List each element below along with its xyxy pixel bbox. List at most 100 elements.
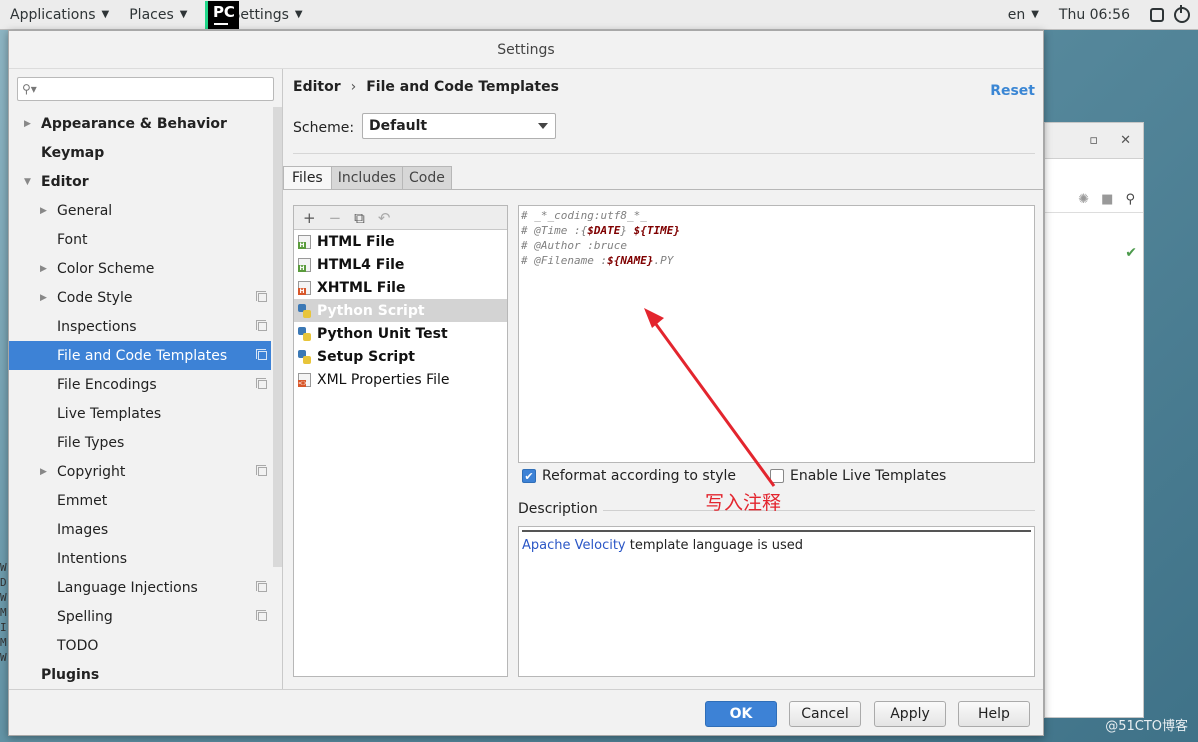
background-window-toolbar: ✺ ■ ⚲ [1045, 187, 1143, 213]
html-file-icon: H [298, 257, 311, 272]
tree-item-spelling[interactable]: Spelling [9, 602, 271, 631]
tree-item-label: Language Injections [57, 579, 198, 596]
tree-item-plugins[interactable]: Plugins [9, 660, 271, 689]
power-icon[interactable] [1174, 4, 1190, 23]
breadcrumb-separator: › [350, 79, 357, 95]
tree-item-label: Spelling [57, 608, 113, 625]
tree-item-file-encodings[interactable]: File Encodings [9, 370, 271, 399]
stop-icon[interactable]: ■ [1101, 192, 1113, 207]
apache-velocity-link[interactable]: Apache Velocity [522, 538, 626, 553]
tab-files[interactable]: Files [283, 166, 332, 190]
tree-item-label: Copyright [57, 463, 126, 480]
template-item-label: HTML4 File [317, 256, 405, 273]
project-copy-icon [256, 610, 267, 621]
expand-arrow-icon[interactable]: ▶ [24, 119, 31, 129]
project-copy-icon [256, 378, 267, 389]
tree-item-file-code-templates[interactable]: File and Code Templates [9, 341, 271, 370]
scheme-dropdown[interactable]: Default [362, 113, 556, 139]
search-icon: ⚲▾ [22, 82, 37, 96]
tree-item-label: Inspections [57, 318, 137, 335]
ok-button[interactable]: OK [705, 701, 777, 727]
divider [293, 153, 1035, 154]
copy-icon[interactable]: ⧉ [354, 209, 365, 227]
language-indicator[interactable]: en ▼ [998, 0, 1049, 30]
template-item-label: Python Unit Test [317, 325, 448, 342]
add-icon[interactable]: + [303, 209, 316, 227]
annotation-text: 写入注释 [705, 492, 782, 514]
tree-item-emmet[interactable]: Emmet [9, 486, 271, 515]
cancel-button[interactable]: Cancel [789, 701, 861, 727]
tree-item-inspections[interactable]: Inspections [9, 312, 271, 341]
help-button[interactable]: Help [958, 701, 1030, 727]
background-window-sliver: WDWMIMW [0, 561, 7, 664]
tree-item-label: File and Code Templates [57, 347, 228, 364]
scheme-value: Default [369, 118, 428, 134]
search-icon[interactable]: ⚲ [1125, 192, 1135, 207]
chevron-down-icon: ▼ [179, 9, 188, 20]
expand-arrow-icon[interactable]: ▶ [40, 206, 47, 216]
divider [603, 510, 1035, 511]
active-app-menu[interactable]: PC Settings ▼ [205, 0, 303, 30]
live-templates-checkbox[interactable]: Enable Live Templates [770, 468, 946, 484]
collapse-arrow-icon[interactable]: ▼ [24, 177, 31, 187]
tree-item-label: Color Scheme [57, 260, 155, 277]
tree-item-file-types[interactable]: File Types [9, 428, 271, 457]
screen-icon[interactable] [1150, 7, 1164, 22]
template-item-label: HTML File [317, 233, 395, 250]
template-item-python-unit-test[interactable]: Python Unit Test [294, 322, 507, 345]
tree-item-images[interactable]: Images [9, 515, 271, 544]
logo-text: PC [212, 2, 235, 21]
tree-item-copyright[interactable]: ▶ Copyright [9, 457, 271, 486]
remove-icon[interactable]: − [329, 209, 342, 227]
tree-item-general[interactable]: ▶ General [9, 196, 271, 225]
template-item-html4-file[interactable]: H HTML4 File [294, 253, 507, 276]
tree-item-language-injections[interactable]: Language Injections [9, 573, 271, 602]
close-icon[interactable]: ✕ [1120, 133, 1131, 148]
bug-icon[interactable]: ✺ [1078, 192, 1089, 207]
tree-item-code-style[interactable]: ▶ Code Style [9, 283, 271, 312]
tab-includes[interactable]: Includes [331, 166, 403, 190]
tree-item-keymap[interactable]: Keymap [9, 138, 271, 167]
divider [283, 189, 1043, 190]
tree-item-intentions[interactable]: Intentions [9, 544, 271, 573]
tree-item-font[interactable]: Font [9, 225, 271, 254]
template-item-python-script[interactable]: Python Script [294, 299, 507, 322]
maximize-icon[interactable]: ▫ [1089, 133, 1098, 148]
revert-icon[interactable]: ↶ [378, 209, 391, 227]
html-file-icon: H [298, 234, 311, 249]
expand-arrow-icon[interactable]: ▶ [40, 293, 47, 303]
tree-scrollbar[interactable] [273, 107, 282, 567]
reset-link[interactable]: Reset [990, 83, 1035, 99]
places-menu[interactable]: Places ▼ [119, 0, 197, 30]
tree-item-label: Editor [41, 173, 89, 190]
expand-arrow-icon[interactable]: ▶ [40, 264, 47, 274]
applications-label: Applications [10, 6, 96, 23]
description-box: Apache Velocity template language is use… [518, 526, 1035, 677]
tree-item-color-scheme[interactable]: ▶ Color Scheme [9, 254, 271, 283]
tree-item-label: Images [57, 521, 109, 538]
breadcrumb-parent: Editor [293, 79, 341, 95]
expand-arrow-icon[interactable]: ▶ [40, 467, 47, 477]
template-item-xhtml-file[interactable]: H XHTML File [294, 276, 507, 299]
tree-item-todo[interactable]: TODO [9, 631, 271, 660]
tab-code[interactable]: Code [403, 166, 452, 190]
apply-button[interactable]: Apply [874, 701, 946, 727]
python-file-icon [298, 349, 311, 364]
template-item-setup-script[interactable]: Setup Script [294, 345, 507, 368]
template-item-html-file[interactable]: H HTML File [294, 230, 507, 253]
applications-menu[interactable]: Applications ▼ [0, 0, 119, 30]
annotation-arrow [644, 308, 776, 487]
project-copy-icon [256, 349, 267, 360]
tree-item-label: Code Style [57, 289, 133, 306]
tree-item-editor[interactable]: ▼ Editor [9, 167, 271, 196]
tree-item-label: Live Templates [57, 405, 162, 422]
clock[interactable]: Thu 06:56 [1049, 0, 1140, 30]
template-list-panel: + − ⧉ ↶ H HTML File H HTML4 File H XHTML Fi… [293, 205, 508, 677]
template-item-xml-properties-file[interactable]: <> XML Properties File [294, 368, 507, 391]
project-copy-icon [256, 465, 267, 476]
settings-search-input[interactable]: ⚲▾ [17, 77, 274, 101]
tree-item-appearance-behavior[interactable]: ▶ Appearance & Behavior [9, 109, 271, 138]
checkbox-checked-icon[interactable]: ✔ [522, 469, 536, 483]
breadcrumb: Editor › File and Code Templates [293, 79, 559, 95]
tree-item-live-templates[interactable]: Live Templates [9, 399, 271, 428]
